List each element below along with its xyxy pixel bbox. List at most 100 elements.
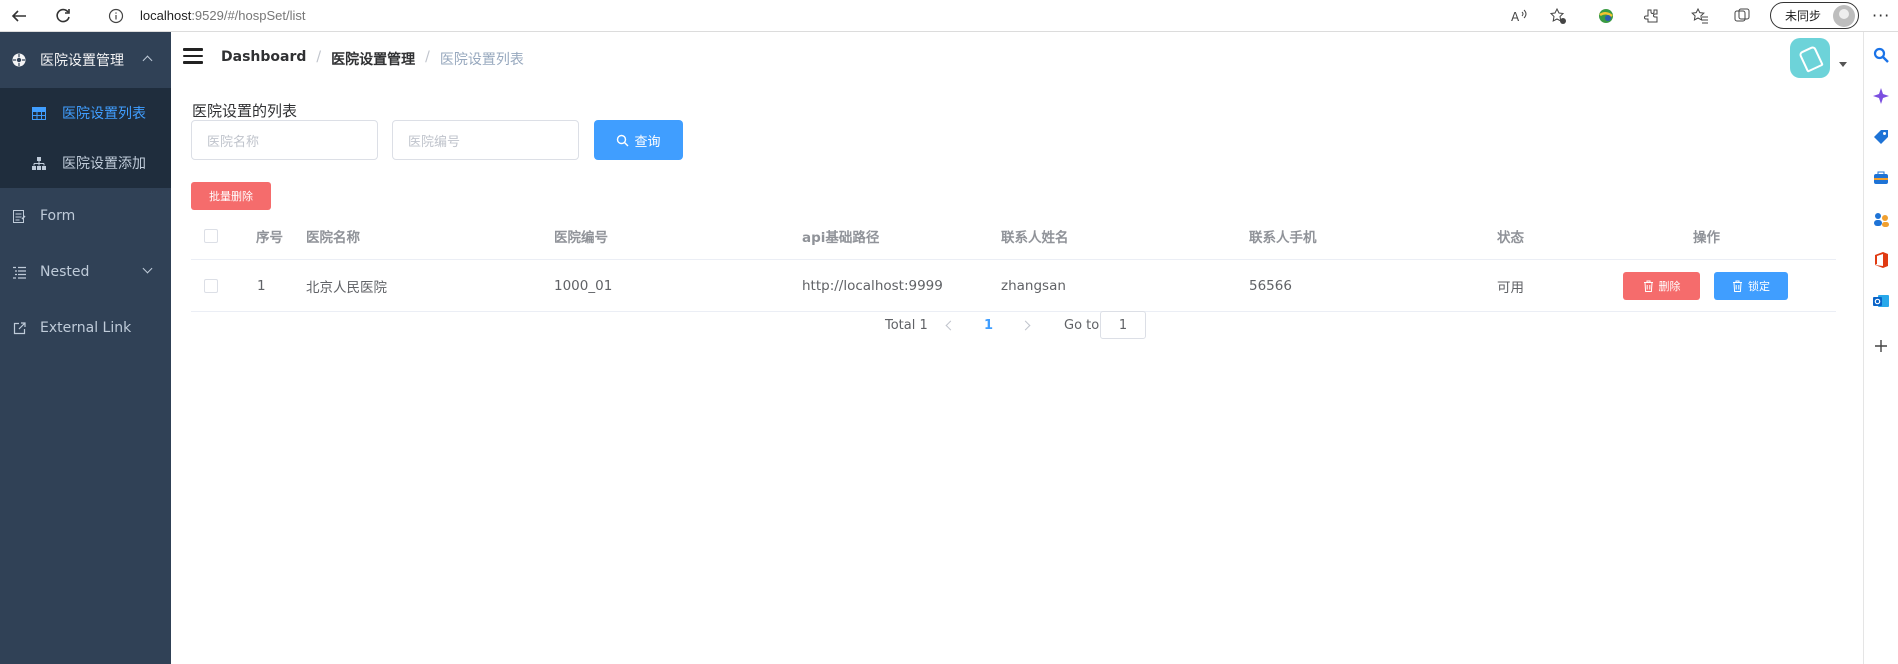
settings-gear-icon bbox=[12, 53, 26, 67]
breadcrumb-dashboard[interactable]: Dashboard bbox=[221, 49, 306, 69]
profile-sync-button[interactable]: 未同步 bbox=[1770, 2, 1859, 29]
column-header: 医院名称 bbox=[306, 229, 360, 246]
search-icon[interactable] bbox=[1872, 46, 1890, 64]
refresh-icon[interactable] bbox=[52, 5, 74, 27]
column-header: 序号 bbox=[256, 229, 283, 246]
add-icon[interactable] bbox=[1872, 337, 1890, 355]
breadcrumb-separator: / bbox=[425, 49, 430, 65]
page-number[interactable]: 1 bbox=[984, 310, 993, 340]
sidebar-submenu: 医院设置列表 医院设置添加 bbox=[0, 88, 171, 188]
sidebar-item-form[interactable]: Form bbox=[0, 188, 171, 244]
profile-avatar-icon bbox=[1833, 5, 1855, 27]
delete-button-label: 删除 bbox=[1658, 280, 1681, 293]
sidebar-item-label: Nested bbox=[40, 264, 90, 280]
outlook-icon[interactable] bbox=[1872, 292, 1890, 310]
nested-list-icon bbox=[12, 265, 26, 279]
sidebar-item-label: 医院设置添加 bbox=[62, 156, 146, 172]
cell-index: 1 bbox=[257, 277, 266, 294]
delete-button[interactable]: 删除 bbox=[1623, 272, 1700, 300]
favorite-add-icon[interactable] bbox=[1547, 5, 1569, 27]
chevron-down-icon bbox=[142, 263, 153, 274]
cell-api-path: http://localhost:9999 bbox=[802, 277, 943, 294]
query-button-label: 查询 bbox=[634, 134, 661, 150]
column-header: 状态 bbox=[1497, 229, 1524, 246]
tree-icon bbox=[32, 156, 46, 170]
user-avatar[interactable] bbox=[1790, 38, 1830, 78]
pagination: Total 1 1 Go to 1 bbox=[171, 310, 1863, 340]
caret-down-icon[interactable] bbox=[1839, 62, 1847, 67]
favorites-icon[interactable] bbox=[1689, 5, 1711, 27]
sidebar-item-label: 医院设置列表 bbox=[62, 106, 146, 122]
office-icon[interactable] bbox=[1872, 251, 1890, 269]
search-icon bbox=[616, 134, 629, 147]
hospital-table: 序号 医院名称 医院编号 api基础路径 联系人姓名 联系人手机 状态 操作 1… bbox=[191, 212, 1836, 312]
table-row: 1 北京人民医院 1000_01 http://localhost:9999 z… bbox=[191, 260, 1836, 312]
extensions-icon[interactable] bbox=[1640, 5, 1662, 27]
batch-delete-button[interactable]: 批量删除 bbox=[191, 182, 271, 210]
column-header: 医院编号 bbox=[554, 229, 608, 246]
table-header-row: 序号 医院名称 医院编号 api基础路径 联系人姓名 联系人手机 状态 操作 bbox=[191, 212, 1836, 260]
more-menu-icon[interactable]: ··· bbox=[1872, 6, 1890, 25]
sync-label: 未同步 bbox=[1785, 9, 1822, 23]
goto-page-input[interactable]: 1 bbox=[1100, 311, 1146, 339]
people-games-icon[interactable] bbox=[1872, 210, 1890, 228]
address-bar[interactable]: localhost:9529/#/hospSet/list bbox=[140, 8, 306, 23]
url-host: localhost bbox=[140, 8, 192, 23]
svg-text:A: A bbox=[1511, 10, 1520, 24]
lock-button[interactable]: 锁定 bbox=[1714, 272, 1788, 300]
column-header: 联系人手机 bbox=[1249, 229, 1317, 246]
browser-toolbar: localhost:9529/#/hospSet/list A 未同步 ··· bbox=[0, 0, 1898, 32]
app-sidebar: 医院设置管理 医院设置列表 医院设置添加 Form Nested Externa… bbox=[0, 32, 171, 664]
breadcrumb-current: 医院设置列表 bbox=[439, 52, 524, 68]
chevron-left-icon bbox=[945, 320, 956, 330]
cell-status: 可用 bbox=[1497, 279, 1524, 296]
breadcrumb-hospital-settings[interactable]: 医院设置管理 bbox=[331, 49, 415, 69]
collections-icon[interactable] bbox=[1731, 5, 1753, 27]
column-header: api基础路径 bbox=[802, 229, 880, 246]
page-title: 医院设置的列表 bbox=[192, 102, 298, 120]
sidebar-group-hospital-settings[interactable]: 医院设置管理 bbox=[0, 32, 171, 88]
select-all-checkbox[interactable] bbox=[204, 212, 218, 259]
cell-contact-phone: 56566 bbox=[1249, 277, 1292, 294]
sidebar-item-hospital-add[interactable]: 医院设置添加 bbox=[0, 138, 171, 188]
table-icon bbox=[32, 106, 46, 120]
goto-label: Go to bbox=[1064, 317, 1100, 333]
cell-hospital-code: 1000_01 bbox=[554, 277, 613, 294]
sidebar-item-label: External Link bbox=[40, 320, 132, 336]
hospital-name-input[interactable]: 医院名称 bbox=[191, 120, 378, 160]
sidebar-item-nested[interactable]: Nested bbox=[0, 244, 171, 300]
sidebar-item-hospital-list[interactable]: 医院设置列表 bbox=[0, 88, 171, 138]
lock-button-label: 锁定 bbox=[1748, 280, 1770, 293]
copilot-sparkle-icon[interactable] bbox=[1872, 87, 1890, 105]
column-header: 联系人姓名 bbox=[1001, 229, 1069, 246]
next-page-button[interactable] bbox=[1020, 310, 1031, 340]
tools-briefcase-icon[interactable] bbox=[1872, 169, 1890, 187]
pagination-total: Total 1 bbox=[885, 317, 928, 333]
shopping-tag-icon[interactable] bbox=[1872, 128, 1890, 146]
column-header: 操作 bbox=[1693, 229, 1720, 246]
breadcrumb-separator: / bbox=[316, 49, 322, 65]
cell-contact-name: zhangsan bbox=[1001, 277, 1066, 294]
external-link-icon bbox=[12, 321, 26, 335]
chevron-up-icon bbox=[142, 55, 153, 66]
prev-page-button[interactable] bbox=[945, 310, 956, 340]
hamburger-menu-icon[interactable] bbox=[183, 48, 203, 64]
hospital-code-input[interactable]: 医院编号 bbox=[392, 120, 579, 160]
row-checkbox[interactable] bbox=[204, 260, 218, 311]
trash-icon bbox=[1732, 280, 1743, 292]
sidebar-item-label: Form bbox=[40, 208, 76, 224]
info-icon[interactable] bbox=[105, 5, 127, 27]
back-icon[interactable] bbox=[8, 5, 30, 27]
chevron-right-icon bbox=[1020, 320, 1031, 330]
sidebar-item-external-link[interactable]: External Link bbox=[0, 300, 171, 356]
form-icon bbox=[12, 209, 26, 223]
breadcrumb: Dashboard / 医院设置管理 / 医院设置列表 bbox=[221, 49, 524, 69]
sidebar-group-label: 医院设置管理 bbox=[40, 53, 124, 69]
cell-hospital-name: 北京人民医院 bbox=[306, 279, 387, 296]
extension-globe-icon[interactable] bbox=[1595, 5, 1617, 27]
query-button[interactable]: 查询 bbox=[594, 120, 683, 160]
browser-edge-sidebar bbox=[1863, 32, 1898, 664]
main-content: Dashboard / 医院设置管理 / 医院设置列表 医院设置的列表 医院名称… bbox=[171, 32, 1863, 664]
read-aloud-icon[interactable]: A bbox=[1508, 5, 1530, 27]
top-navbar: Dashboard / 医院设置管理 / 医院设置列表 bbox=[171, 32, 1863, 82]
